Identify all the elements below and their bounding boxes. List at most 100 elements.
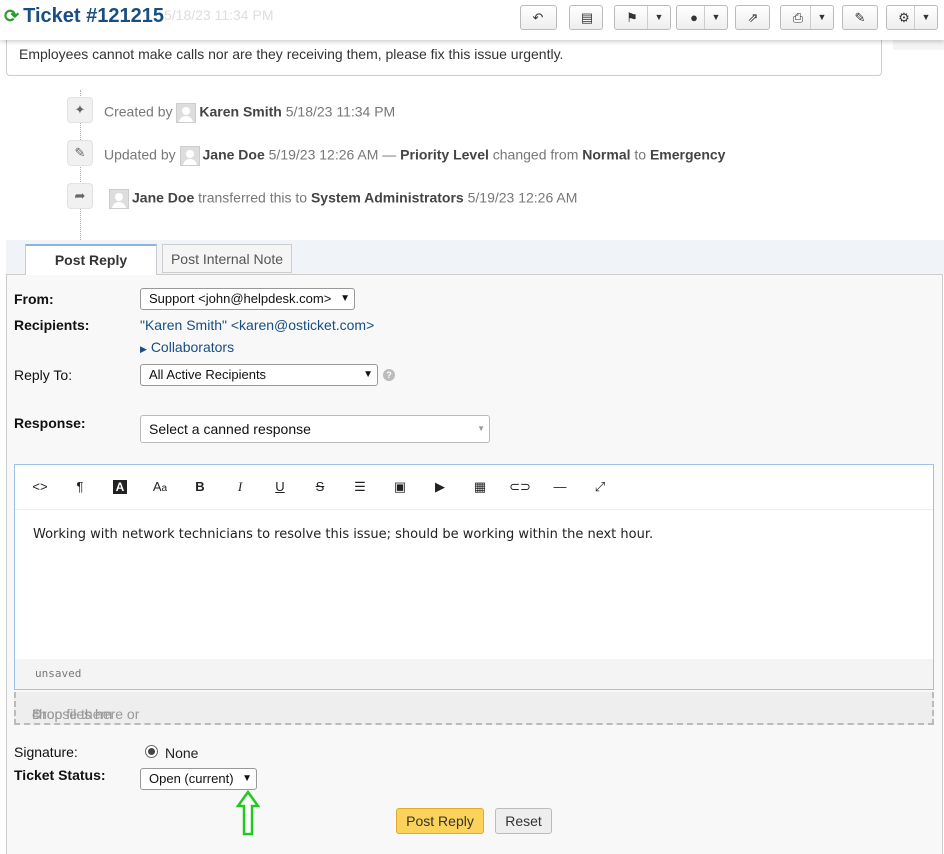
scroll-area — [893, 40, 944, 50]
collaborators-label: Collaborators — [150, 339, 235, 355]
signature-radio[interactable] — [145, 745, 158, 758]
code-view-icon[interactable]: <> — [25, 475, 55, 499]
chevron-down-icon: ▼ — [704, 6, 727, 29]
share-icon: ➦ — [67, 183, 93, 209]
recipients-link[interactable]: "Karen Smith" <karen@osticket.com> — [140, 317, 374, 333]
file-drop-zone[interactable]: ⊕ Drop files here or choose them — [14, 692, 934, 725]
chevron-down-icon: ▼ — [914, 6, 937, 29]
reply-to-label: Reply To: — [14, 367, 73, 383]
edit-button[interactable]: ✎ — [842, 5, 878, 30]
tab-post-reply[interactable]: Post Reply — [25, 244, 157, 275]
event-prefix: Created by — [104, 103, 173, 120]
avatar — [109, 189, 129, 209]
ticket-status-value: Open (current) — [149, 771, 234, 786]
horizontal-rule-icon[interactable]: — — [545, 475, 575, 499]
signature-label: Signature: — [14, 744, 78, 760]
italic-icon[interactable]: I — [225, 475, 255, 499]
event-to-word: to — [634, 146, 647, 163]
ticket-number: Ticket #121215 — [23, 5, 164, 27]
event-date: 5/19/23 12:26 AM — — [268, 146, 397, 163]
settings-menu-button[interactable]: ⚙ ▼ — [886, 5, 938, 30]
fullscreen-icon[interactable]: ⤢ — [585, 475, 615, 499]
event-from: Normal — [582, 146, 631, 163]
assign-menu-button[interactable]: ● ▼ — [676, 5, 728, 30]
reply-to-select[interactable]: All Active Recipients ▼ — [140, 364, 378, 386]
underline-icon[interactable]: U — [265, 475, 295, 499]
page-title: ⟳ Ticket #121215 — [4, 5, 164, 28]
canned-response-select[interactable]: Select a canned response ▼ — [140, 415, 490, 443]
event-date: 5/18/23 11:34 PM — [285, 103, 396, 120]
canned-response-placeholder: Select a canned response — [149, 421, 311, 437]
table-icon[interactable]: ▦ — [465, 475, 495, 499]
paragraph-icon[interactable]: ¶ — [65, 475, 95, 499]
ticket-description: Employees cannot make calls nor are they… — [6, 38, 882, 76]
pencil-icon: ✎ — [67, 140, 93, 166]
list-icon[interactable]: ☰ — [345, 475, 375, 499]
font-size-icon[interactable]: Aa — [145, 475, 175, 499]
help-icon[interactable]: ? — [383, 369, 395, 381]
event-date: 5/19/23 12:26 AM — [467, 189, 578, 206]
reset-button[interactable]: Reset — [495, 808, 552, 834]
event-created: Created by Karen Smith 5/18/23 11:34 PM — [104, 103, 395, 123]
reply-icon: ↶ — [532, 10, 544, 25]
chevron-down-icon: ▼ — [340, 293, 350, 304]
event-transferred: Jane Doe transferred this to System Admi… — [109, 189, 577, 209]
avatar — [179, 146, 200, 166]
editor-content[interactable]: Working with network technicians to reso… — [33, 527, 653, 542]
print-menu-button[interactable]: ⎙ ▼ — [780, 5, 834, 30]
strikethrough-icon[interactable]: S — [305, 475, 335, 499]
from-select[interactable]: Support <john@helpdesk.com> ▼ — [140, 288, 355, 310]
annotation-arrow-icon — [236, 790, 260, 836]
header-ghost-date: 5/18/23 11:34 PM — [164, 7, 274, 23]
collaborators-toggle[interactable]: ▶ Collaborators — [140, 339, 234, 355]
chevron-down-icon: ▼ — [363, 369, 373, 380]
chevron-down-icon: ▼ — [647, 6, 670, 29]
link-icon[interactable]: ⊂⊃ — [505, 475, 535, 499]
event-department: System Administrators — [310, 189, 464, 206]
caret-right-icon: ▶ — [140, 344, 147, 354]
flag-icon: ⚑ — [626, 10, 638, 25]
tab-post-internal-note[interactable]: Post Internal Note — [162, 244, 292, 273]
choose-files-link[interactable]: choose them — [32, 706, 112, 722]
event-action: transferred this to — [198, 189, 308, 206]
event-user: Jane Doe — [202, 146, 265, 163]
ticket-status-select[interactable]: Open (current) ▼ — [140, 768, 257, 790]
chevron-down-icon: ▼ — [242, 773, 252, 784]
reply-to-value: All Active Recipients — [149, 367, 267, 382]
flag-menu-button[interactable]: ⚑ ▼ — [614, 5, 671, 30]
event-prefix: Updated by — [104, 146, 176, 163]
chevron-down-icon: ▼ — [477, 424, 485, 433]
description-text: Employees cannot make calls nor are they… — [19, 46, 564, 62]
avatar — [176, 103, 197, 123]
event-user: Karen Smith — [199, 103, 282, 120]
event-field: Priority Level — [400, 146, 489, 163]
post-reply-button[interactable]: Post Reply — [396, 808, 484, 834]
editor-status-bar: unsaved — [15, 659, 933, 689]
document-icon: ▤ — [580, 10, 594, 25]
magic-wand-icon: ✦ — [67, 97, 93, 123]
signature-value: None — [165, 745, 199, 761]
ticket-status-label: Ticket Status: — [14, 767, 106, 783]
note-button[interactable]: ▤ — [569, 5, 603, 30]
image-icon[interactable]: ▣ — [385, 475, 415, 499]
editor-toolbar: <> ¶ A Aa B I U S ☰ ▣ ▶ ▦ ⊂⊃ — ⤢ — [15, 465, 933, 510]
bold-icon[interactable]: B — [185, 475, 215, 499]
recipients-label: Recipients: — [14, 317, 90, 333]
reply-button[interactable]: ↶ — [520, 5, 557, 30]
transfer-button[interactable]: ⇗ — [735, 5, 770, 30]
rich-text-editor: <> ¶ A Aa B I U S ☰ ▣ ▶ ▦ ⊂⊃ — ⤢ Working… — [14, 464, 934, 690]
event-action: changed from — [492, 146, 579, 163]
ticket-header: 5/18/23 11:34 PM ⟳ Ticket #121215 ↶ ▤ ⚑ ▼ … — [0, 0, 944, 40]
edit-icon: ✎ — [854, 10, 866, 25]
event-to: Emergency — [649, 146, 726, 163]
refresh-icon[interactable]: ⟳ — [4, 6, 19, 26]
editor-status: unsaved — [35, 667, 82, 680]
from-label: From: — [14, 291, 54, 307]
video-icon[interactable]: ▶ — [425, 475, 455, 499]
text-color-icon[interactable]: A — [105, 475, 135, 499]
chevron-down-icon: ▼ — [810, 6, 833, 29]
response-label: Response: — [14, 415, 86, 431]
share-icon: ⇗ — [747, 10, 759, 25]
event-updated: Updated by Jane Doe 5/19/23 12:26 AM — P… — [104, 146, 725, 166]
from-value: Support <john@helpdesk.com> — [149, 291, 332, 306]
